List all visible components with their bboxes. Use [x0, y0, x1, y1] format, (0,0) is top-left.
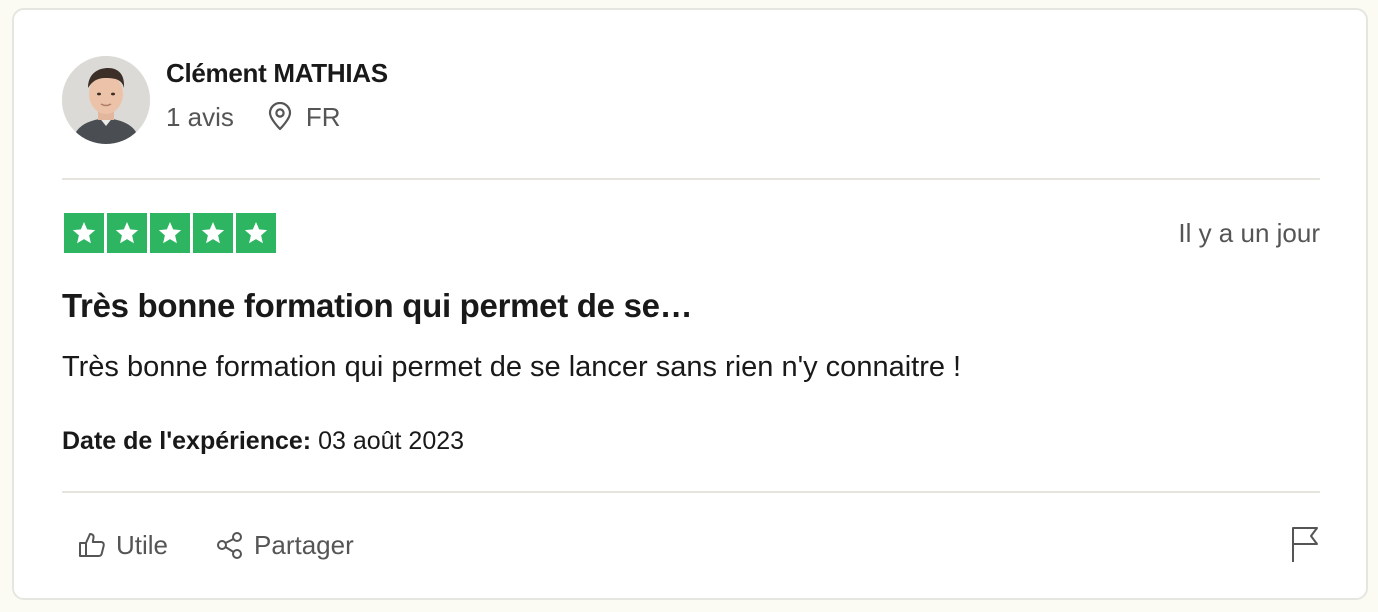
experience-date-value: 03 août 2023	[318, 427, 465, 455]
avatar-image	[62, 56, 150, 144]
share-icon	[217, 532, 243, 559]
divider-top	[62, 178, 1320, 180]
review-actions: Utile Partager	[76, 527, 354, 563]
star-rating	[64, 213, 276, 253]
review-body: Très bonne formation qui permet de se la…	[62, 351, 962, 383]
experience-date-label: Date de l'expérience:	[62, 427, 312, 455]
flag-icon	[1292, 527, 1318, 562]
review-card: Clément MATHIAS 1 avis FR Il y a un jour…	[12, 8, 1368, 600]
reviewer-location: FR	[266, 101, 341, 133]
star-icon	[64, 213, 104, 253]
share-button[interactable]: Partager	[214, 527, 354, 563]
review-relative-date: Il y a un jour	[1178, 218, 1320, 248]
reviewer-name[interactable]: Clément MATHIAS	[166, 57, 388, 89]
reviewer-meta: 1 avis FR	[166, 101, 388, 133]
report-button[interactable]	[1290, 525, 1320, 568]
star-icon	[150, 213, 190, 253]
useful-button[interactable]: Utile	[76, 527, 168, 563]
map-pin-icon	[268, 102, 292, 131]
reviewer-header: Clément MATHIAS 1 avis FR	[62, 56, 388, 144]
star-icon	[107, 213, 147, 253]
avatar[interactable]	[62, 56, 150, 144]
review-title[interactable]: Très bonne formation qui permet de se…	[62, 286, 693, 326]
review-count: 1 avis	[166, 102, 234, 132]
share-label: Partager	[254, 530, 354, 560]
star-icon	[236, 213, 276, 253]
reviewer-country: FR	[305, 102, 341, 132]
experience-date: Date de l'expérience: 03 août 2023	[62, 425, 464, 457]
thumbs-up-icon	[79, 533, 105, 557]
star-icon	[193, 213, 233, 253]
divider-bottom	[62, 491, 1320, 493]
useful-label: Utile	[116, 530, 169, 560]
reviewer-info: Clément MATHIAS 1 avis FR	[166, 58, 388, 133]
